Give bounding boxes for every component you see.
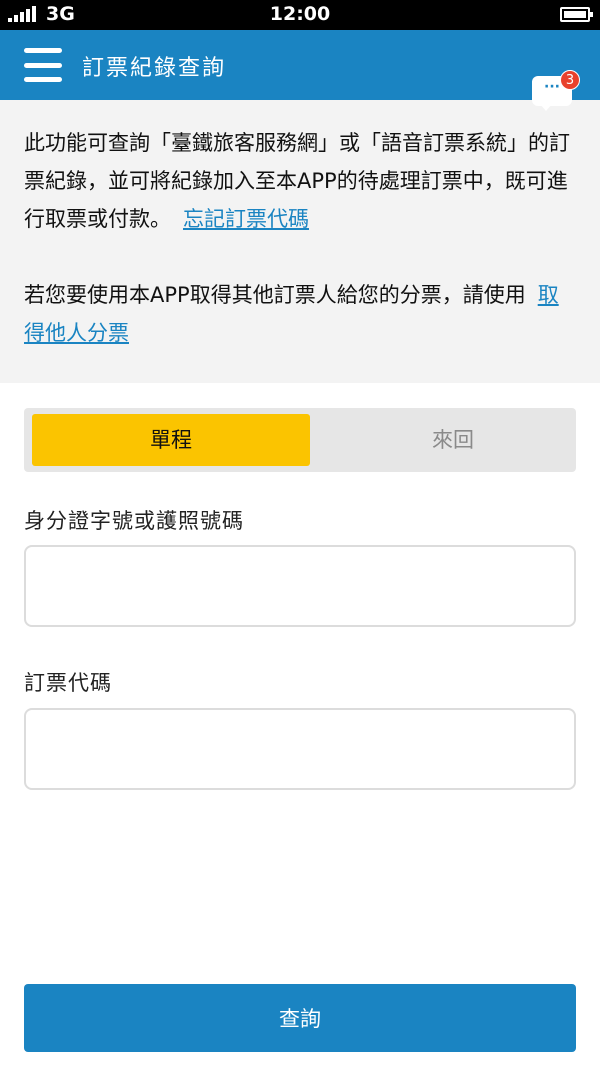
trip-type-selector: 單程 來回: [24, 408, 576, 472]
info-paragraph-1: 此功能可查詢「臺鐵旅客服務網」或「語音訂票系統」的訂票紀錄，並可將紀錄加入至本A…: [24, 131, 570, 231]
id-label: 身分證字號或護照號碼: [24, 509, 244, 533]
id-input[interactable]: [24, 545, 576, 627]
info-paragraph-2: 若您要使用本APP取得其他訂票人給您的分票，請使用 取得他人分票: [24, 283, 559, 345]
status-bar: 3G 12:00: [0, 0, 600, 30]
round-trip-option[interactable]: 來回: [314, 414, 592, 466]
battery-icon: [560, 7, 593, 22]
one-way-option[interactable]: 單程: [32, 414, 310, 466]
page-title: 訂票紀錄查詢: [82, 56, 227, 81]
message-count-badge: 3: [560, 70, 580, 90]
booking-code-input[interactable]: [24, 708, 576, 790]
hamburger-menu-icon[interactable]: [24, 48, 62, 82]
query-button[interactable]: 查詢: [24, 984, 576, 1052]
info-panel: 此功能可查詢「臺鐵旅客服務網」或「語音訂票系統」的訂票紀錄，並可將紀錄加入至本A…: [0, 100, 600, 383]
forgot-code-link[interactable]: 忘記訂票代碼: [183, 207, 309, 231]
messages-button[interactable]: ··· 3: [530, 70, 580, 111]
navbar: 訂票紀錄查詢 ··· 3: [0, 30, 600, 111]
status-time: 12:00: [269, 3, 331, 25]
booking-code-label: 訂票代碼: [24, 671, 112, 695]
